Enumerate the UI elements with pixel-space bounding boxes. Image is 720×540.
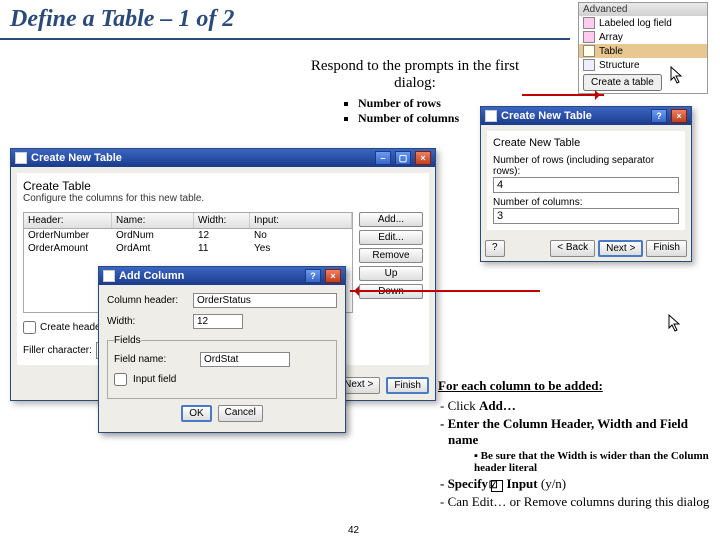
palette-header: Advanced	[579, 3, 707, 16]
remove-button[interactable]: Remove	[359, 248, 423, 263]
fields-fieldset: Fields Field name: Input field	[107, 335, 337, 399]
dialog-subheading: Configure the columns for this new table…	[23, 193, 423, 204]
cell: No	[250, 229, 271, 242]
array-icon	[583, 31, 595, 43]
col-header: Name:	[112, 213, 194, 228]
finish-button[interactable]: Finish	[646, 240, 687, 257]
cell: 12	[194, 229, 250, 242]
cancel-button[interactable]: Cancel	[218, 405, 263, 422]
col-header: Header:	[24, 213, 112, 228]
cell: OrderAmount	[24, 242, 112, 255]
dialog-heading: Create New Table	[493, 137, 679, 149]
finish-button[interactable]: Finish	[386, 377, 429, 394]
dialog-add-column: Add Column ? × Column header: Width: Fie…	[98, 266, 346, 433]
rows-input[interactable]	[493, 177, 679, 193]
checkbox-icon: ☑	[491, 480, 503, 492]
titlebar[interactable]: Create New Table – ▢ ×	[11, 149, 435, 167]
close-button[interactable]: ×	[415, 151, 431, 165]
ok-button[interactable]: OK	[181, 405, 211, 422]
palette-label: Structure	[599, 60, 640, 71]
field-name-input[interactable]	[200, 352, 290, 367]
maximize-button[interactable]: ▢	[395, 151, 411, 165]
separator-checkbox[interactable]	[23, 321, 36, 334]
instruction-text: Respond to the prompts in the first dial…	[310, 58, 520, 92]
input-field-label: Input field	[133, 374, 176, 385]
window-title: Add Column	[119, 270, 184, 282]
instruction-line: - Specify ☑ Input (y/n)	[448, 476, 710, 492]
table-row[interactable]: OrderAmount OrdAmt 11 Yes	[24, 242, 352, 255]
palette-item-table[interactable]: Table	[579, 44, 707, 58]
palette-label: Table	[599, 46, 623, 57]
instruction-line: - Enter the Column Header, Width and Fie…	[448, 416, 710, 448]
titlebar[interactable]: Create New Table ? ×	[481, 107, 691, 125]
column-header-label: Column header:	[107, 295, 187, 306]
window-icon	[485, 110, 497, 122]
title-underline	[0, 38, 570, 40]
rows-label: Number of rows (including separator rows…	[493, 155, 679, 177]
cell: OrdAmt	[112, 242, 194, 255]
edit-button[interactable]: Edit...	[359, 230, 423, 245]
table-row[interactable]: OrderNumber OrdNum 12 No	[24, 229, 352, 242]
help-button[interactable]: ?	[305, 269, 321, 283]
cols-label: Number of columns:	[493, 197, 679, 208]
dialog-create-table-small: Create New Table ? × Create New Table Nu…	[480, 106, 692, 262]
instruction-bottom: For each column to be added: - Click Add…	[438, 378, 710, 512]
cols-input[interactable]	[493, 208, 679, 224]
cursor-icon	[668, 314, 682, 334]
column-header-input[interactable]	[193, 293, 337, 308]
filler-label: Filler character:	[23, 345, 92, 356]
next-button[interactable]: Next >	[598, 240, 643, 257]
up-button[interactable]: Up	[359, 266, 423, 281]
dialog-heading: Create Table	[23, 179, 423, 193]
help-button[interactable]: ?	[651, 109, 667, 123]
palette-item[interactable]: Labeled log field	[579, 16, 707, 30]
field-icon	[583, 17, 595, 29]
instruction-line: - Can Edit… or Remove columns during thi…	[448, 494, 710, 510]
window-title: Create New Table	[501, 110, 592, 122]
arrow-to-dialog	[522, 94, 604, 96]
palette-panel: Advanced Labeled log field Array Table S…	[578, 2, 708, 94]
structure-icon	[583, 59, 595, 71]
palette-item[interactable]: Structure	[579, 58, 707, 72]
window-icon	[103, 270, 115, 282]
minimize-button[interactable]: –	[375, 151, 391, 165]
palette-item[interactable]: Array	[579, 30, 707, 44]
palette-label: Labeled log field	[599, 18, 672, 29]
cell: Yes	[250, 242, 274, 255]
input-field-checkbox[interactable]	[114, 373, 127, 386]
instruction-heading: For each column to be added:	[438, 378, 710, 394]
col-header: Input:	[250, 213, 352, 228]
cell: OrderNumber	[24, 229, 112, 242]
add-button[interactable]: Add...	[359, 212, 423, 227]
titlebar[interactable]: Add Column ? ×	[99, 267, 345, 285]
palette-label: Array	[599, 32, 623, 43]
fields-legend: Fields	[114, 335, 141, 346]
close-button[interactable]: ×	[671, 109, 687, 123]
field-name-label: Field name:	[114, 354, 194, 365]
cell: OrdNum	[112, 229, 194, 242]
width-input[interactable]	[193, 314, 243, 329]
cell: 11	[194, 242, 250, 255]
help-icon-button[interactable]: ?	[485, 240, 505, 257]
window-title: Create New Table	[31, 152, 122, 164]
col-header: Width:	[194, 213, 250, 228]
create-table-button[interactable]: Create a table	[583, 74, 662, 91]
page-number: 42	[348, 525, 359, 536]
instruction-line: - Click Add…	[448, 398, 710, 414]
arrow-to-add	[350, 290, 540, 292]
back-button[interactable]: < Back	[550, 240, 595, 257]
close-button[interactable]: ×	[325, 269, 341, 283]
table-icon	[583, 45, 595, 57]
window-icon	[15, 152, 27, 164]
slide-title: Define a Table – 1 of 2	[10, 6, 234, 33]
instruction-note: ▪ Be sure that the Width is wider than t…	[474, 450, 710, 474]
width-label: Width:	[107, 316, 187, 327]
